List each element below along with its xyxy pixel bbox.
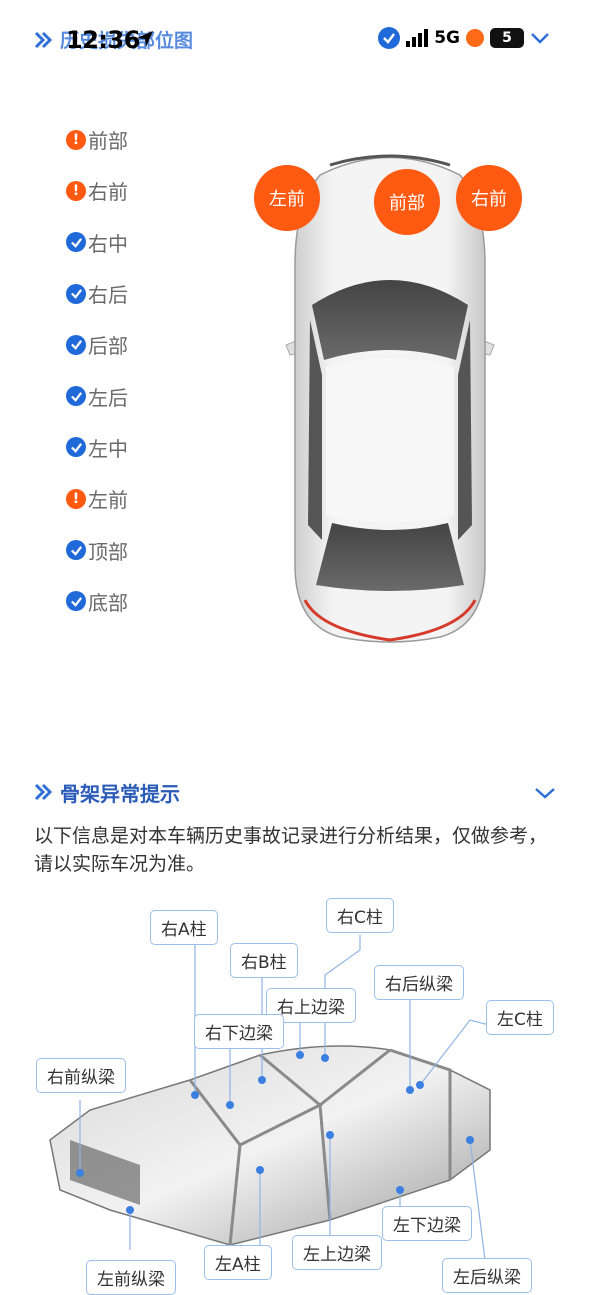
double-chevron-icon (34, 783, 53, 801)
check-icon (66, 591, 86, 612)
section-title-frame: 骨架异常提示 (60, 782, 180, 806)
part-label: 左后 (88, 385, 128, 410)
status-bar: 历史损失部位图 12:36 5G 5 (0, 0, 590, 80)
part-item: ! 前部 (66, 114, 128, 165)
check-icon (66, 540, 86, 561)
warning-icon: ! (66, 129, 86, 150)
part-label: 右后 (88, 283, 128, 308)
part-label: 右中 (88, 231, 128, 256)
label-right-lower-rail: 右下边梁 (194, 1014, 284, 1049)
part-label: 右前 (88, 180, 128, 205)
part-item: 底部 (66, 576, 128, 627)
section-header-frame[interactable]: 骨架异常提示 (34, 776, 558, 808)
marker-right-front[interactable]: 右前 (456, 165, 522, 231)
notification-dot (466, 29, 484, 47)
check-icon (66, 437, 86, 458)
label-right-c-pillar: 右C柱 (326, 898, 394, 933)
frame-diagram: 右A柱 右C柱 右B柱 右后纵梁 右上边梁 左C柱 右下边梁 右前纵梁 左下边梁… (30, 890, 570, 1295)
label-left-a-pillar: 左A柱 (204, 1245, 272, 1280)
part-label: 底部 (88, 590, 128, 615)
check-icon (66, 334, 86, 355)
part-label: 后部 (88, 334, 128, 359)
chevron-down-icon[interactable] (530, 31, 550, 45)
label-left-upper-rail: 左上边梁 (292, 1235, 382, 1270)
signal-icon (406, 29, 429, 47)
label-right-front-rail: 右前纵梁 (36, 1058, 126, 1093)
marker-front[interactable]: 前部 (374, 169, 440, 235)
part-item: 顶部 (66, 524, 128, 575)
part-item: 左后 (66, 370, 128, 421)
check-icon (378, 27, 401, 49)
part-label: 左中 (88, 436, 128, 461)
label-left-c-pillar: 左C柱 (486, 1000, 554, 1035)
label-right-a-pillar: 右A柱 (150, 910, 218, 945)
part-label: 左前 (88, 488, 128, 513)
part-item: 右中 (66, 217, 128, 268)
warning-icon: ! (66, 488, 86, 509)
label-left-rear-rail: 左后纵梁 (442, 1258, 532, 1293)
check-icon (66, 386, 86, 407)
part-item: 左中 (66, 422, 128, 473)
double-chevron-icon (34, 31, 53, 49)
label-right-rear-rail: 右后纵梁 (374, 965, 464, 1000)
check-icon (66, 232, 86, 253)
notice-text: 以下信息是对本车辆历史事故记录进行分析结果，仅做参考，请以实际车况为准。 (34, 825, 548, 875)
part-label: 顶部 (88, 539, 128, 564)
label-left-lower-rail: 左下边梁 (382, 1206, 472, 1241)
check-icon (66, 283, 86, 304)
damage-parts-list: ! 前部! 右前 右中 右后 后部 左后 左中! 左前 顶部 底部 (66, 114, 128, 627)
label-left-front-rail: 左前纵梁 (86, 1260, 176, 1295)
warning-icon: ! (66, 180, 86, 201)
part-item: ! 左前 (66, 473, 128, 524)
car-top-view: 左前 前部 右前 (254, 145, 522, 645)
clock: 12:36 (66, 26, 140, 54)
marker-left-front[interactable]: 左前 (254, 165, 320, 231)
network-type: 5G (434, 28, 460, 48)
battery-icon: 5 (490, 28, 524, 48)
part-item: ! 右前 (66, 165, 128, 216)
part-item: 后部 (66, 319, 128, 370)
chevron-down-icon[interactable] (534, 786, 556, 800)
label-right-b-pillar: 右B柱 (230, 943, 298, 978)
part-item: 右后 (66, 268, 128, 319)
part-label: 前部 (88, 129, 128, 154)
location-arrow-icon (137, 31, 153, 47)
